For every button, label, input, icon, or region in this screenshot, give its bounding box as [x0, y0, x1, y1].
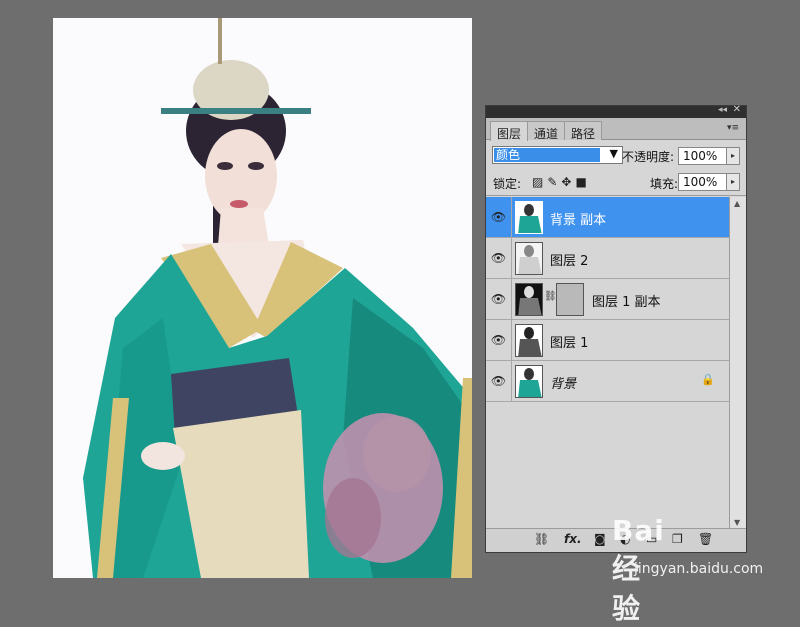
collapse-icon[interactable]: ◂◂: [718, 105, 727, 115]
lock-row: 锁定: ▨✎✥■ 填充: 100% ▸: [486, 168, 746, 196]
document-canvas[interactable]: [53, 18, 472, 578]
new-layer-icon[interactable]: ❐: [672, 532, 683, 546]
layer-name: 背景 副本: [550, 213, 607, 228]
lock-paint-icon[interactable]: ✎: [547, 175, 561, 189]
lock-label: 锁定:: [493, 177, 522, 191]
layer-name: 图层 1: [550, 336, 589, 351]
mask-thumbnail[interactable]: [556, 283, 584, 316]
layer-thumbnail: [515, 365, 543, 398]
tab-channels[interactable]: 通道: [527, 121, 566, 141]
scroll-down-icon[interactable]: ▼: [734, 518, 740, 527]
layer-name: 背景: [550, 377, 577, 392]
layer-name: 图层 2: [550, 254, 589, 269]
eye-icon[interactable]: 👁: [486, 320, 512, 360]
watermark-url: jingyan.baidu.com: [634, 561, 764, 577]
lock-transparent-icon[interactable]: ▨: [532, 175, 547, 189]
fx-icon[interactable]: fx.: [564, 532, 582, 546]
layer-thumbnail: [515, 324, 543, 357]
eye-icon[interactable]: 👁: [486, 279, 512, 319]
layer-name: 图层 1 副本: [592, 295, 661, 310]
layer-row[interactable]: 👁 图层 1: [486, 320, 729, 361]
lock-options[interactable]: ▨✎✥■: [532, 175, 591, 189]
opacity-input[interactable]: 100%: [678, 147, 728, 165]
layers-panel: ◂◂ ✕ 图层 通道 路径 ▾≡ 颜色 ▼ 不透明度: 100% ▸ 锁定: ▨…: [485, 104, 747, 553]
panel-titlebar: ◂◂ ✕: [486, 104, 746, 118]
eye-icon[interactable]: 👁: [486, 361, 512, 401]
panel-menu-icon[interactable]: ▾≡: [727, 123, 739, 133]
opacity-slider-button[interactable]: ▸: [726, 147, 740, 165]
lock-all-icon[interactable]: ■: [575, 175, 590, 189]
blend-mode-value: 颜色: [494, 148, 600, 162]
mask-icon[interactable]: ◙: [594, 532, 606, 546]
layer-row[interactable]: 👁 图层 2: [486, 238, 729, 279]
portrait-image: [53, 18, 472, 578]
trash-icon[interactable]: 🗑: [698, 532, 713, 546]
chevron-down-icon: ▼: [609, 147, 618, 160]
tab-layers[interactable]: 图层: [490, 121, 529, 141]
tab-paths[interactable]: 路径: [564, 121, 603, 141]
fill-input[interactable]: 100%: [678, 173, 728, 191]
link-icon[interactable]: ⛓: [534, 532, 549, 546]
lock-move-icon[interactable]: ✥: [561, 175, 575, 189]
layer-row[interactable]: 👁 ⛓ 图层 1 副本: [486, 279, 729, 320]
link-icon[interactable]: ⛓: [544, 291, 557, 302]
opacity-label: 不透明度:: [622, 150, 675, 164]
fill-label: 填充:: [650, 177, 679, 191]
layer-thumbnail: [515, 242, 543, 275]
blend-mode-select[interactable]: 颜色 ▼: [492, 146, 623, 164]
layer-list: 👁 背景 副本 👁 图层 2 👁 ⛓ 图层 1 副本 👁 图层 1 👁 背景 🔒: [486, 197, 729, 527]
eye-icon[interactable]: 👁: [486, 238, 512, 278]
panel-tabs: 图层 通道 路径 ▾≡: [486, 118, 746, 141]
layer-row[interactable]: 👁 背景 🔒: [486, 361, 729, 402]
fill-slider-button[interactable]: ▸: [726, 173, 740, 191]
layer-thumbnail: [515, 283, 543, 316]
blend-row: 颜色 ▼ 不透明度: 100% ▸: [486, 140, 746, 168]
scroll-up-icon[interactable]: ▲: [734, 199, 740, 208]
layer-thumbnail: [515, 201, 543, 234]
lock-icon: 🔒: [701, 373, 715, 386]
close-icon[interactable]: ✕: [733, 104, 741, 115]
eye-icon[interactable]: 👁: [486, 197, 512, 237]
layer-list-scrollbar[interactable]: ▲ ▼: [729, 197, 746, 529]
layer-row[interactable]: 👁 背景 副本: [486, 197, 729, 238]
